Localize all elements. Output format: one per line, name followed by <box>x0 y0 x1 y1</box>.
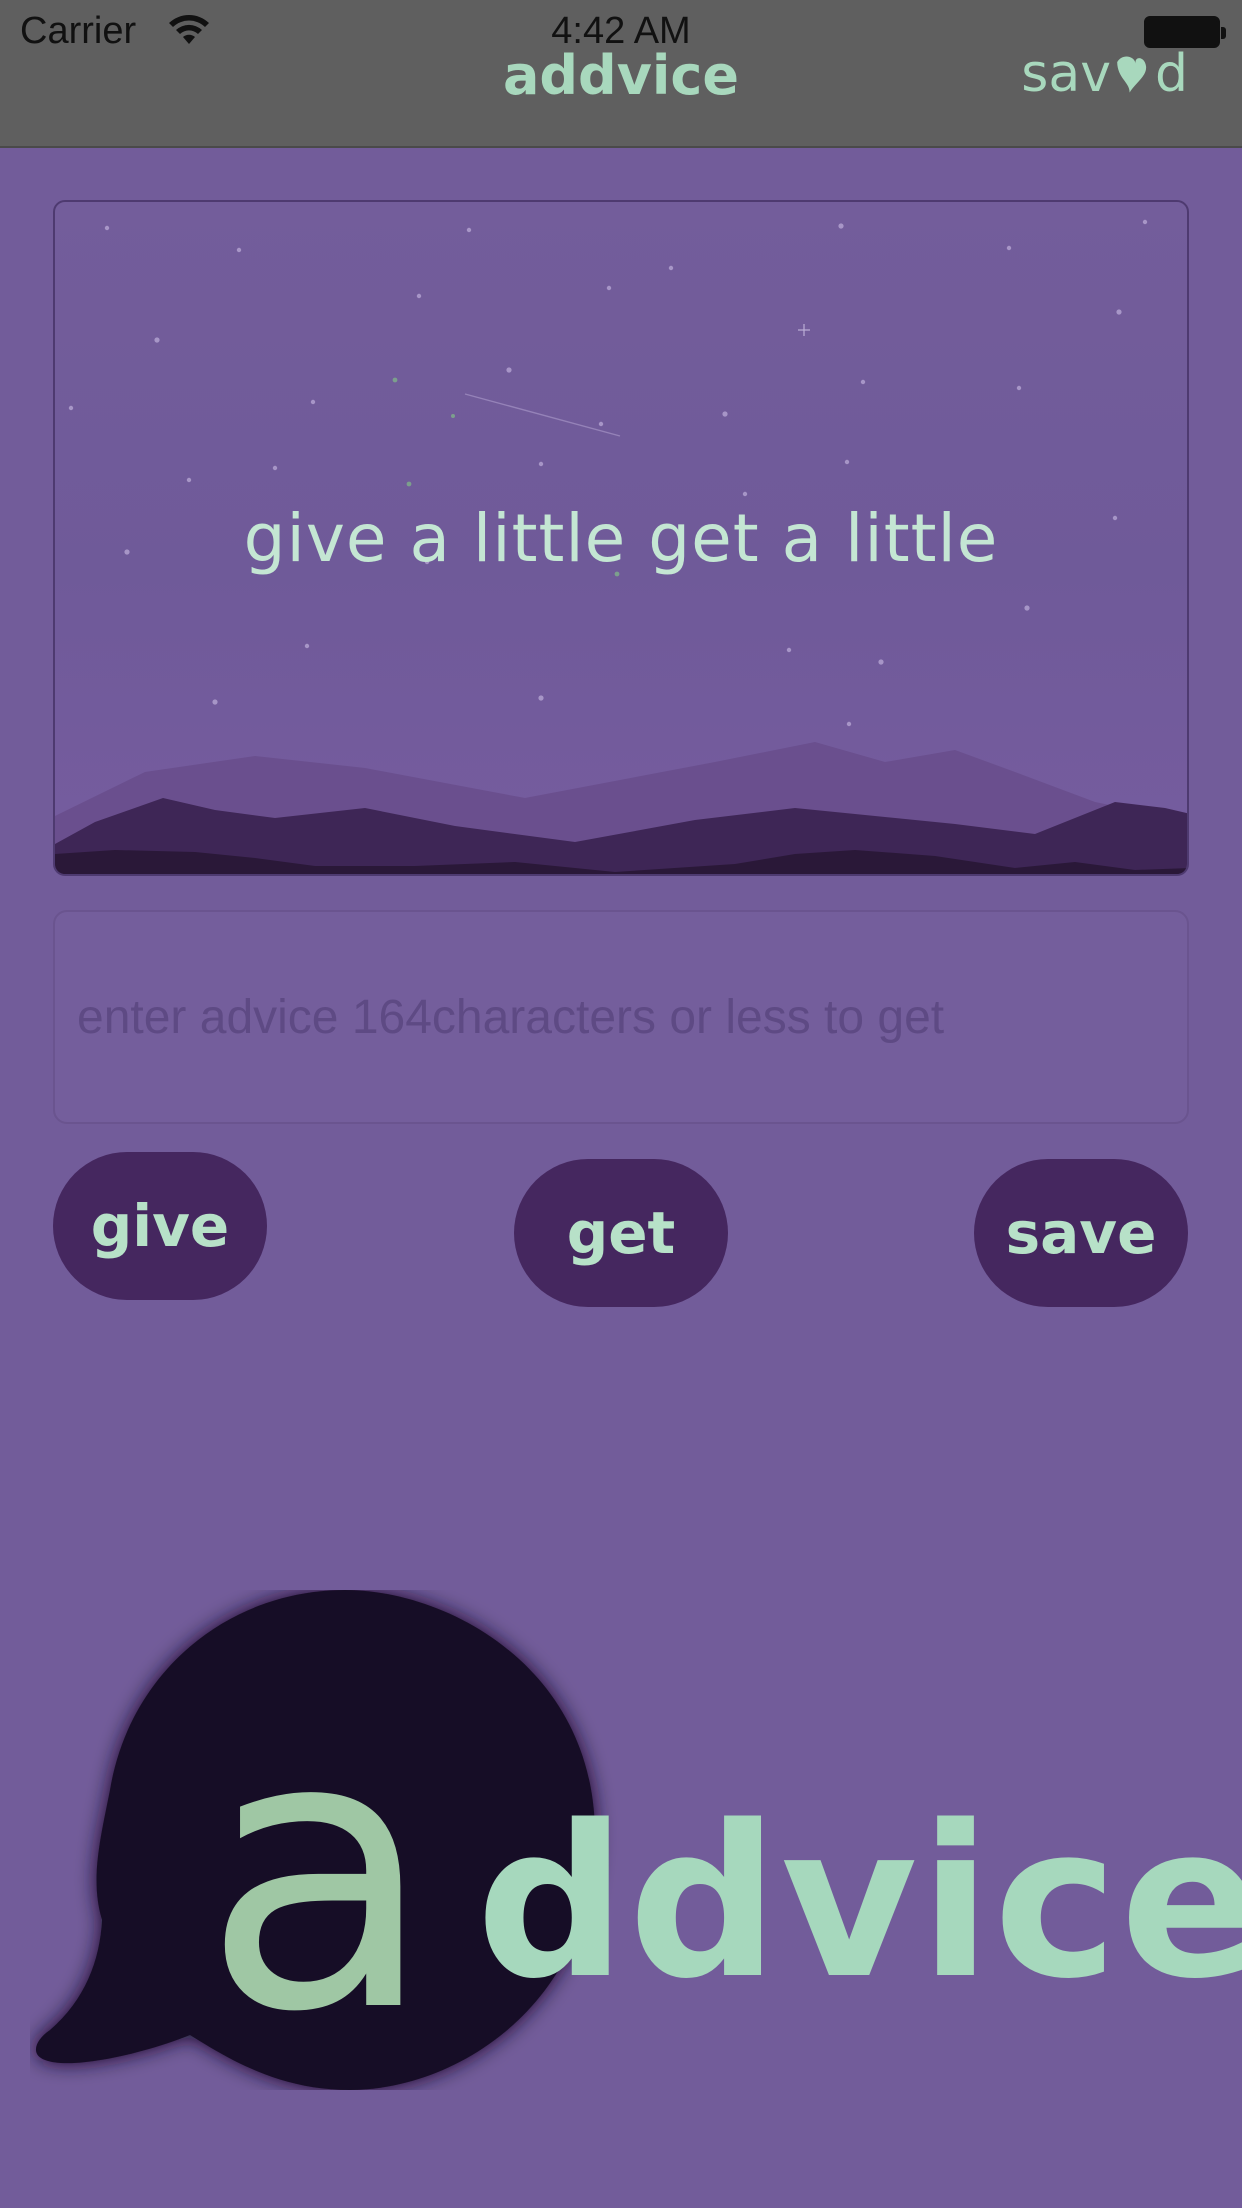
saved-label-prefix: sav <box>1021 44 1111 104</box>
logo-wordmark: ddvice <box>476 1780 1242 2025</box>
give-button[interactable]: give <box>53 1152 267 1300</box>
logo-letter: a <box>202 1652 435 2090</box>
navigation-bar: Carrier 4:42 AM addvice sav d <box>0 0 1242 148</box>
advice-input[interactable] <box>53 910 1189 1124</box>
save-button[interactable]: save <box>974 1159 1188 1307</box>
heart-icon <box>1117 56 1147 93</box>
get-button[interactable]: get <box>514 1159 728 1307</box>
saved-label-suffix: d <box>1154 44 1188 104</box>
hero-tagline: give a little get a little <box>243 500 999 577</box>
hero-banner: give a little get a little <box>53 200 1189 876</box>
saved-button[interactable]: sav d <box>1021 44 1188 104</box>
